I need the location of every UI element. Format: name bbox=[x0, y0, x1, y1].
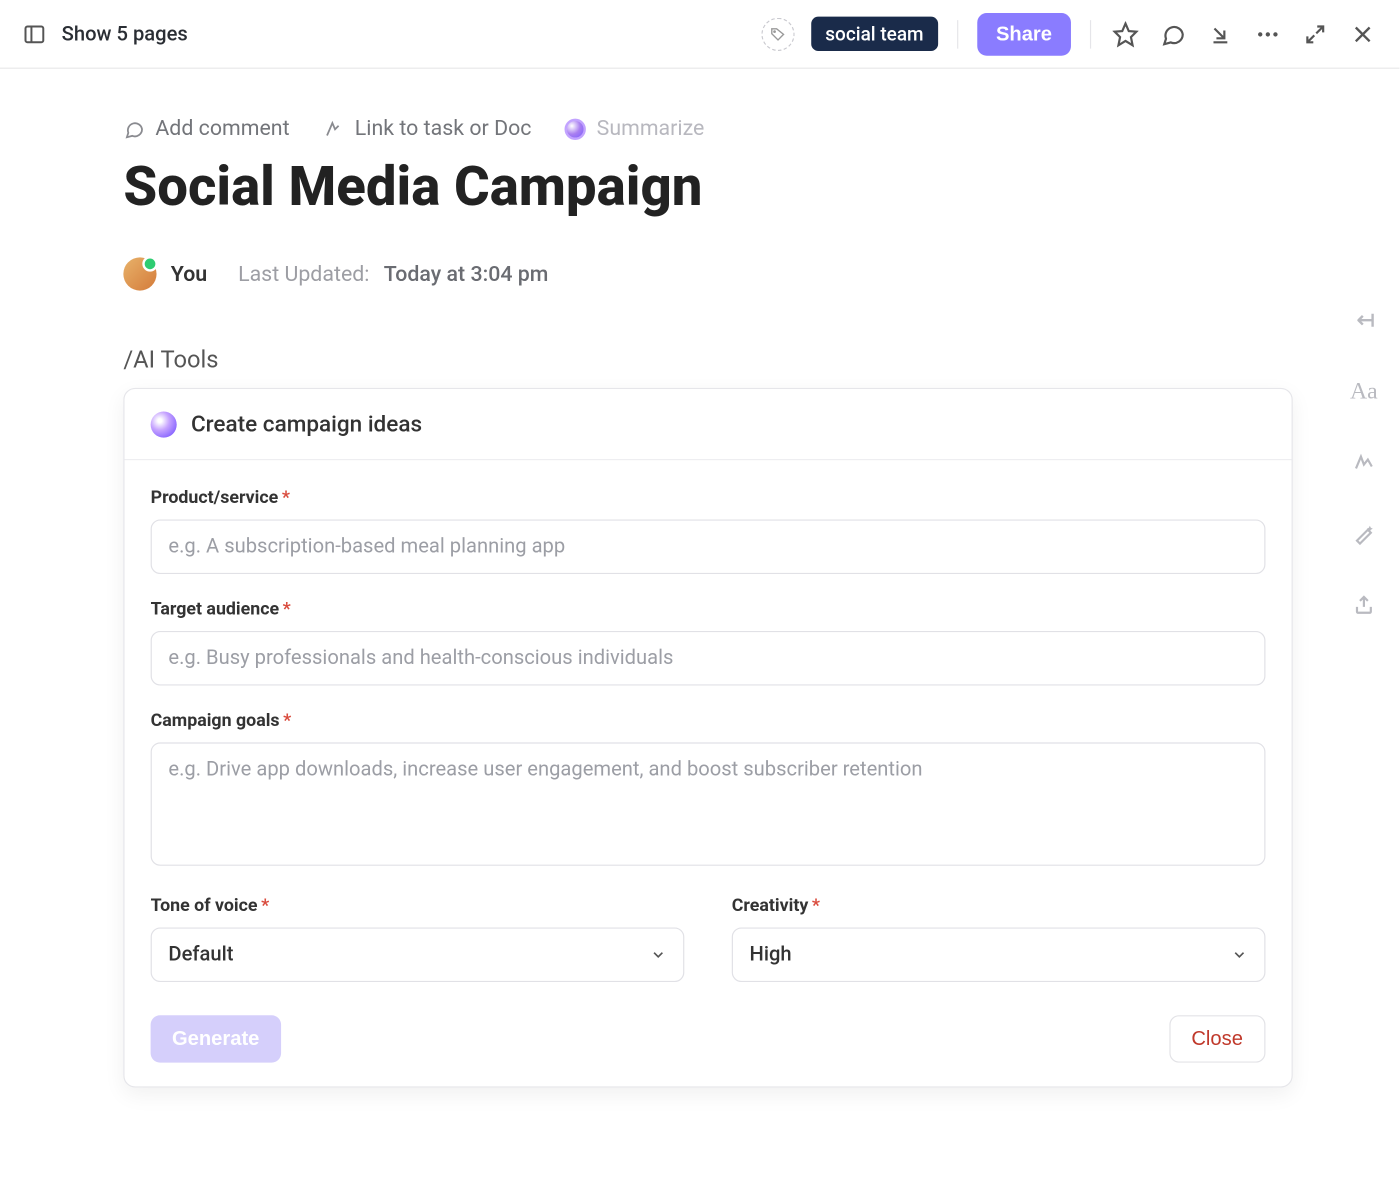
creativity-value: High bbox=[750, 943, 792, 967]
add-comment-label: Add comment bbox=[155, 116, 289, 141]
content: Add comment Link to task or Doc Summariz… bbox=[0, 69, 1399, 1111]
chevron-down-icon bbox=[1231, 946, 1248, 963]
product-field-group: Product/service* bbox=[151, 486, 1266, 574]
goals-label: Campaign goals* bbox=[151, 709, 1266, 730]
author-label: You bbox=[171, 262, 207, 287]
product-label-text: Product/service bbox=[151, 486, 279, 507]
link-task-action[interactable]: Link to task or Doc bbox=[323, 116, 532, 141]
required-star: * bbox=[283, 709, 291, 730]
tone-label: Tone of voice* bbox=[151, 894, 685, 915]
sidebar-toggle-icon[interactable] bbox=[21, 21, 47, 47]
audience-field-group: Target audience* bbox=[151, 598, 1266, 686]
add-comment-action[interactable]: Add comment bbox=[123, 116, 289, 141]
audience-input[interactable] bbox=[151, 631, 1266, 686]
divider bbox=[957, 20, 958, 48]
audience-label: Target audience* bbox=[151, 598, 1266, 619]
action-row: Add comment Link to task or Doc Summariz… bbox=[123, 116, 1292, 141]
comment-icon bbox=[123, 118, 144, 139]
topbar-left: Show 5 pages bbox=[21, 21, 187, 47]
magic-wand-icon[interactable] bbox=[1350, 519, 1378, 547]
creativity-label-text: Creativity bbox=[732, 894, 809, 915]
updated-time: Today at 3:04 pm bbox=[384, 262, 549, 287]
ai-tool-card: Create campaign ideas Product/service* T… bbox=[123, 388, 1292, 1088]
product-input[interactable] bbox=[151, 519, 1266, 574]
topbar-right: social team Share bbox=[761, 12, 1378, 55]
generate-button[interactable]: Generate bbox=[151, 1015, 281, 1062]
goals-textarea[interactable] bbox=[151, 742, 1266, 865]
tone-field-group: Tone of voice* Default bbox=[151, 894, 685, 982]
chevron-down-icon bbox=[650, 946, 667, 963]
show-pages-label[interactable]: Show 5 pages bbox=[62, 22, 188, 46]
divider bbox=[1090, 20, 1091, 48]
required-star: * bbox=[282, 486, 290, 507]
required-star: * bbox=[261, 894, 269, 915]
link-icon bbox=[323, 118, 344, 139]
ai-card-title: Create campaign ideas bbox=[191, 410, 422, 437]
ai-icon bbox=[151, 411, 177, 437]
more-icon[interactable] bbox=[1252, 18, 1283, 49]
goals-label-text: Campaign goals bbox=[151, 709, 280, 730]
creativity-label: Creativity* bbox=[732, 894, 1266, 915]
indent-icon[interactable] bbox=[1350, 306, 1378, 334]
activity-icon[interactable] bbox=[1350, 448, 1378, 476]
close-button[interactable]: Close bbox=[1169, 1015, 1266, 1062]
tag-icon[interactable] bbox=[761, 17, 794, 50]
creativity-select[interactable]: High bbox=[732, 927, 1266, 982]
topbar: Show 5 pages social team Share bbox=[0, 0, 1399, 69]
creativity-field-group: Creativity* High bbox=[732, 894, 1266, 982]
share-icon[interactable] bbox=[1350, 591, 1378, 619]
avatar[interactable] bbox=[123, 257, 156, 290]
ai-card-header: Create campaign ideas bbox=[125, 389, 1292, 460]
share-button[interactable]: Share bbox=[977, 12, 1071, 55]
expand-icon[interactable] bbox=[1300, 18, 1331, 49]
slash-command-text[interactable]: /AI Tools bbox=[123, 345, 1292, 373]
ai-icon bbox=[565, 118, 586, 139]
dropdown-row: Tone of voice* Default Creativity* High bbox=[151, 894, 1266, 1005]
tone-select[interactable]: Default bbox=[151, 927, 685, 982]
tone-value: Default bbox=[168, 943, 233, 967]
meta-row: You Last Updated: Today at 3:04 pm bbox=[123, 257, 1292, 290]
product-label: Product/service* bbox=[151, 486, 1266, 507]
goals-field-group: Campaign goals* bbox=[151, 709, 1266, 870]
tone-label-text: Tone of voice bbox=[151, 894, 258, 915]
ai-card-body: Product/service* Target audience* Campai… bbox=[125, 460, 1292, 1086]
card-footer: Generate Close bbox=[151, 1015, 1266, 1062]
page-title: Social Media Campaign bbox=[123, 155, 1292, 219]
audience-label-text: Target audience bbox=[151, 598, 279, 619]
required-star: * bbox=[283, 598, 291, 619]
summarize-action[interactable]: Summarize bbox=[565, 116, 705, 141]
close-icon[interactable] bbox=[1347, 18, 1378, 49]
star-icon[interactable] bbox=[1110, 18, 1141, 49]
updated-label: Last Updated: bbox=[238, 262, 369, 287]
link-task-label: Link to task or Doc bbox=[355, 116, 532, 141]
summarize-label: Summarize bbox=[597, 116, 705, 141]
right-rail: Aa bbox=[1350, 306, 1378, 619]
comment-icon[interactable] bbox=[1158, 18, 1189, 49]
team-badge[interactable]: social team bbox=[811, 17, 938, 51]
download-icon[interactable] bbox=[1205, 18, 1236, 49]
typography-icon[interactable]: Aa bbox=[1350, 377, 1378, 405]
required-star: * bbox=[812, 894, 820, 915]
